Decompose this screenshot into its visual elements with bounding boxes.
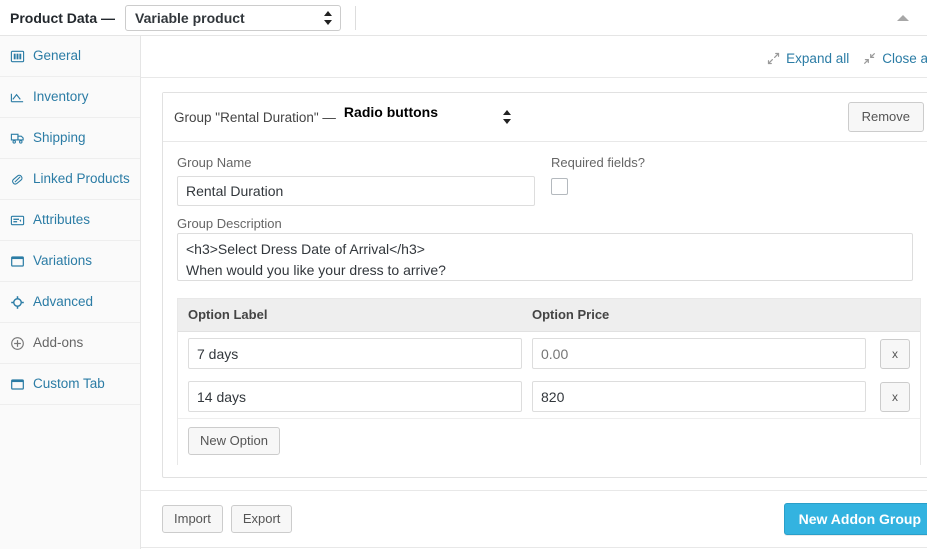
addons-icon [9, 335, 25, 351]
panel-header: Product Data — Variable product [0, 0, 927, 36]
sidebar-item-addons[interactable]: Add-ons [0, 323, 140, 364]
options-table-header: Option Label Option Price [178, 299, 920, 332]
remove-option-button[interactable]: x [880, 338, 910, 369]
options-table: Option Label Option Price x [177, 298, 921, 465]
shipping-icon [9, 130, 25, 146]
addon-group: Group "Rental Duration" — Radio buttons … [162, 92, 927, 478]
sidebar-item-general[interactable]: General [0, 36, 140, 77]
addon-group-title: Group "Rental Duration" — [174, 109, 336, 125]
header-divider [355, 5, 357, 30]
page-title: Product Data — [10, 9, 116, 26]
required-fields-label: Required fields? [551, 155, 645, 170]
option-price-input[interactable] [532, 338, 866, 369]
table-row: x [178, 375, 920, 418]
advanced-icon [9, 294, 25, 310]
product-type-select[interactable]: Variable product [125, 4, 342, 31]
custom-tab-icon [9, 376, 25, 392]
group-name-field: Group Name [177, 154, 535, 206]
product-type-value[interactable]: Variable product [125, 4, 342, 31]
field-type-select[interactable]: Radio buttons [344, 104, 520, 131]
column-header-option-label: Option Label [188, 307, 268, 322]
sidebar-link-custom-tab[interactable]: Custom Tab [0, 364, 140, 404]
required-fields-field: Required fields? [551, 154, 645, 195]
expand-all-label: Expand all [786, 51, 850, 66]
sidebar-item-attributes[interactable]: Attributes [0, 200, 140, 241]
export-button[interactable]: Export [230, 505, 293, 533]
expand-arrows-icon [767, 52, 780, 65]
remove-group-button[interactable]: Remove [847, 102, 924, 132]
group-name-row: Group Name Required fields? [177, 154, 921, 206]
new-option-button[interactable]: New Option [188, 427, 280, 455]
option-label-input[interactable] [188, 338, 522, 369]
variations-icon [9, 253, 25, 269]
sidebar-link-inventory[interactable]: Inventory [0, 77, 140, 117]
group-description-field: Group Description [177, 215, 921, 286]
sidebar-item-label: Attributes [33, 212, 91, 227]
product-data-tabs: General Inventory Shipping Linked Produc… [0, 36, 141, 549]
sidebar-item-label: Add-ons [33, 335, 84, 350]
expand-all-button[interactable]: Expand all [767, 51, 849, 66]
options-table-footer: New Option [178, 418, 920, 465]
option-label-input[interactable] [188, 381, 522, 412]
addon-group-header: Group "Rental Duration" — Radio buttons … [163, 93, 927, 142]
group-name-input[interactable] [177, 176, 535, 206]
sidebar-link-shipping[interactable]: Shipping [0, 118, 140, 158]
panel-collapse-toggle[interactable] [885, 0, 921, 35]
sidebar-item-label: Linked Products [33, 171, 130, 186]
new-addon-group-button[interactable]: New Addon Group [783, 503, 927, 535]
sidebar-item-custom-tab[interactable]: Custom Tab [0, 364, 140, 405]
close-all-label: Close all [882, 51, 927, 66]
addons-toolbar: Expand all Close all [141, 36, 927, 77]
sidebar-link-general[interactable]: General [0, 36, 140, 76]
sidebar-item-label: Shipping [33, 130, 86, 145]
sidebar-item-inventory[interactable]: Inventory [0, 77, 140, 118]
sidebar-link-linked-products[interactable]: Linked Products [0, 159, 140, 199]
group-name-label: Group Name [177, 155, 252, 170]
sidebar-link-addons[interactable]: Add-ons [0, 323, 140, 363]
triangle-up-icon [897, 14, 909, 21]
addon-groups-area: Group "Rental Duration" — Radio buttons … [141, 78, 927, 478]
panel-body: General Inventory Shipping Linked Produc… [0, 36, 927, 549]
addon-group-body: Group Name Required fields? Group Descri… [163, 142, 927, 477]
group-bottom-spacer [177, 465, 921, 477]
linked-products-icon [9, 171, 25, 187]
addons-footer-toolbar: Import Export New Addon Group [141, 490, 927, 547]
import-button[interactable]: Import [162, 505, 223, 533]
group-description-textarea[interactable] [177, 233, 913, 281]
required-fields-checkbox[interactable] [551, 178, 568, 195]
close-all-button[interactable]: Close all [863, 51, 927, 66]
group-description-label: Group Description [177, 216, 282, 231]
addons-panel: Expand all Close all Group "Rental Durat… [141, 36, 927, 549]
sidebar-item-label: General [33, 48, 82, 63]
field-type-value[interactable]: Radio buttons [344, 104, 520, 131]
sidebar-link-attributes[interactable]: Attributes [0, 200, 140, 240]
general-icon [9, 48, 25, 64]
product-data-panel: Product Data — Variable product General [0, 0, 927, 549]
sidebar-item-label: Advanced [33, 294, 94, 309]
remove-option-button[interactable]: x [880, 381, 910, 412]
sidebar-item-advanced[interactable]: Advanced [0, 282, 140, 323]
inventory-icon [9, 89, 25, 105]
sidebar-item-variations[interactable]: Variations [0, 241, 140, 282]
attributes-icon [9, 212, 25, 228]
option-price-input[interactable] [532, 381, 866, 412]
sidebar-item-label: Custom Tab [33, 376, 105, 391]
column-header-option-price: Option Price [532, 307, 610, 322]
sidebar-item-linked-products[interactable]: Linked Products [0, 159, 140, 200]
sidebar-item-shipping[interactable]: Shipping [0, 118, 140, 159]
sidebar-link-advanced[interactable]: Advanced [0, 282, 140, 322]
collapse-arrows-icon [863, 52, 876, 65]
sidebar-item-label: Inventory [33, 89, 89, 104]
table-row: x [178, 332, 920, 375]
sidebar-item-label: Variations [33, 253, 93, 268]
sidebar-link-variations[interactable]: Variations [0, 241, 140, 281]
